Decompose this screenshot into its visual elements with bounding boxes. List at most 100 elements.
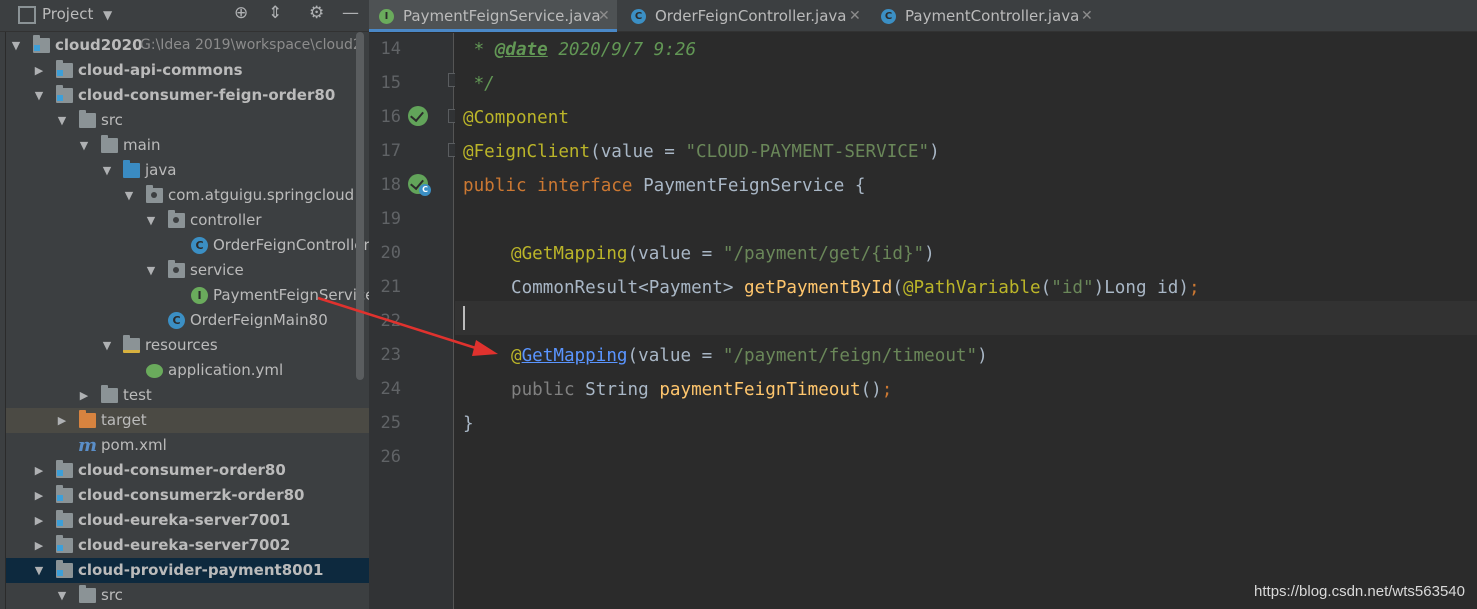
- module-folder-icon: [56, 85, 73, 103]
- spring-boot-class-icon: C: [168, 312, 185, 329]
- module-folder-icon: [56, 560, 73, 578]
- spring-bean-icon[interactable]: [408, 106, 428, 126]
- line-number: 17: [380, 141, 401, 161]
- tree-item-label: controller: [190, 211, 262, 229]
- tab-label: PaymentController.java: [905, 7, 1080, 25]
- line-number: 24: [380, 379, 401, 399]
- current-line-highlight: [455, 301, 1477, 335]
- minimize-icon[interactable]: —: [342, 3, 359, 23]
- collapsed-arrow-icon[interactable]: ▶: [55, 408, 69, 433]
- tree-item-src[interactable]: ▼ src: [6, 108, 369, 133]
- module-folder-icon: [56, 535, 73, 553]
- tree-item-main[interactable]: ▼ main: [6, 133, 369, 158]
- maven-icon: m: [78, 435, 98, 456]
- tab-label: OrderFeignController.java: [655, 7, 847, 25]
- collapsed-arrow-icon[interactable]: ▶: [32, 508, 46, 533]
- tree-item-cloud-api-commons[interactable]: ▶ cloud-api-commons: [6, 58, 369, 83]
- tab-orderfeigncontroller[interactable]: C OrderFeignController.java ✕: [621, 0, 871, 32]
- code-editor[interactable]: * @date 2020/9/7 9:26 */ @Component @Fei…: [455, 33, 1477, 609]
- code-line-16: @Component: [463, 108, 569, 128]
- tree-item-pom-xml[interactable]: m pom.xml: [6, 433, 369, 458]
- expand-arrow-icon[interactable]: ▼: [144, 208, 158, 233]
- module-folder-icon: [33, 35, 50, 53]
- expand-arrow-icon[interactable]: ▼: [55, 583, 69, 608]
- expand-arrow-icon[interactable]: ▼: [32, 558, 46, 583]
- collapsed-arrow-icon[interactable]: ▶: [77, 383, 91, 408]
- tree-item-paymentfeignservice[interactable]: I PaymentFeignService: [6, 283, 369, 308]
- line-number: 16: [380, 107, 401, 127]
- tree-item-cloud-consumerzk-order80[interactable]: ▶ cloud-consumerzk-order80: [6, 483, 369, 508]
- code-line-17: @FeignClient(value = "CLOUD-PAYMENT-SERV…: [463, 142, 940, 162]
- tree-item-orderfeigncontroller[interactable]: C OrderFeignController: [6, 233, 369, 258]
- tab-paymentfeignservice[interactable]: I PaymentFeignService.java ✕: [369, 0, 617, 32]
- collapsed-arrow-icon[interactable]: ▶: [32, 58, 46, 83]
- interface-icon: I: [379, 9, 394, 24]
- tree-item-label: cloud2020: [55, 36, 143, 54]
- editor-tab-bar: I PaymentFeignService.java ✕ C OrderFeig…: [369, 0, 1477, 32]
- project-scrollbar[interactable]: [356, 32, 364, 380]
- tab-paymentcontroller[interactable]: C PaymentController.java ✕: [871, 0, 1101, 32]
- expand-arrow-icon[interactable]: ▼: [55, 108, 69, 133]
- tree-item-test[interactable]: ▶ test: [6, 383, 369, 408]
- expand-arrow-icon[interactable]: ▼: [9, 33, 23, 58]
- folder-icon: [79, 110, 96, 128]
- code-line-21: CommonResult<Payment> getPaymentById(@Pa…: [511, 278, 1200, 298]
- code-line-14: * @date 2020/9/7 9:26: [463, 40, 697, 60]
- tree-item-cloud2020[interactable]: ▼ cloud2020 G:\Idea 2019\workspace\cloud…: [6, 33, 369, 58]
- expand-arrow-icon[interactable]: ▼: [77, 133, 91, 158]
- tree-item-cloud-consumer-feign-order80[interactable]: ▼ cloud-consumer-feign-order80: [6, 83, 369, 108]
- locate-icon[interactable]: ⊕: [234, 3, 248, 23]
- tree-item-controller[interactable]: ▼ controller: [6, 208, 369, 233]
- close-icon[interactable]: ✕: [849, 0, 861, 32]
- collapsed-arrow-icon[interactable]: ▶: [32, 458, 46, 483]
- tree-item-package[interactable]: ▼ com.atguigu.springcloud: [6, 183, 369, 208]
- folder-icon: [101, 385, 118, 403]
- line-number: 20: [380, 243, 401, 263]
- line-number: 19: [380, 209, 401, 229]
- folder-icon: [101, 135, 118, 153]
- code-line-24: public String paymentFeignTimeout();: [511, 380, 893, 400]
- watermark: https://blog.csdn.net/wts563540: [1254, 583, 1465, 600]
- expand-arrow-icon[interactable]: ▼: [100, 158, 114, 183]
- code-line-15: */: [463, 74, 495, 94]
- chevron-down-icon[interactable]: ▼: [103, 8, 112, 22]
- project-title[interactable]: Project: [42, 5, 93, 23]
- class-icon: C: [191, 237, 208, 254]
- tree-item-java[interactable]: ▼ java: [6, 158, 369, 183]
- tree-item-label: cloud-consumer-order80: [78, 461, 286, 479]
- tree-item-service[interactable]: ▼ service: [6, 258, 369, 283]
- tree-item-label: PaymentFeignService: [213, 286, 369, 304]
- gear-icon[interactable]: ⚙: [309, 3, 324, 23]
- line-number: 21: [380, 277, 401, 297]
- tree-item-application-yml[interactable]: application.yml: [6, 358, 369, 383]
- expand-arrow-icon[interactable]: ▼: [32, 83, 46, 108]
- collapse-all-icon[interactable]: ⇕: [268, 3, 282, 23]
- tree-item-orderfeignmain80[interactable]: C OrderFeignMain80: [6, 308, 369, 333]
- tree-item-cloud-provider-payment8001[interactable]: ▼ cloud-provider-payment8001: [6, 558, 369, 583]
- tree-item-label: service: [190, 261, 244, 279]
- line-number: 26: [380, 447, 401, 467]
- tree-item-label: cloud-consumerzk-order80: [78, 486, 305, 504]
- tree-item-target[interactable]: ▶ target: [6, 408, 369, 433]
- close-icon[interactable]: ✕: [598, 0, 610, 32]
- tree-item-cloud-eureka-server7002[interactable]: ▶ cloud-eureka-server7002: [6, 533, 369, 558]
- tree-item-resources[interactable]: ▼ resources: [6, 333, 369, 358]
- line-number: 25: [380, 413, 401, 433]
- close-icon[interactable]: ✕: [1081, 0, 1093, 32]
- module-folder-icon: [56, 460, 73, 478]
- expand-arrow-icon[interactable]: ▼: [100, 333, 114, 358]
- tree-item-label: main: [123, 136, 161, 154]
- getmapping-link[interactable]: GetMapping: [522, 346, 628, 366]
- tree-item-cloud-consumer-order80[interactable]: ▶ cloud-consumer-order80: [6, 458, 369, 483]
- collapsed-arrow-icon[interactable]: ▶: [32, 533, 46, 558]
- code-line-18: public interface PaymentFeignService {: [463, 176, 866, 196]
- interface-icon: I: [191, 287, 208, 304]
- expand-arrow-icon[interactable]: ▼: [122, 183, 136, 208]
- tree-item-label: cloud-eureka-server7002: [78, 536, 291, 554]
- module-folder-icon: [56, 510, 73, 528]
- expand-arrow-icon[interactable]: ▼: [144, 258, 158, 283]
- tree-item-cloud-eureka-server7001[interactable]: ▶ cloud-eureka-server7001: [6, 508, 369, 533]
- tab-label: PaymentFeignService.java: [403, 7, 601, 25]
- collapsed-arrow-icon[interactable]: ▶: [32, 483, 46, 508]
- tree-item-src[interactable]: ▼ src: [6, 583, 369, 608]
